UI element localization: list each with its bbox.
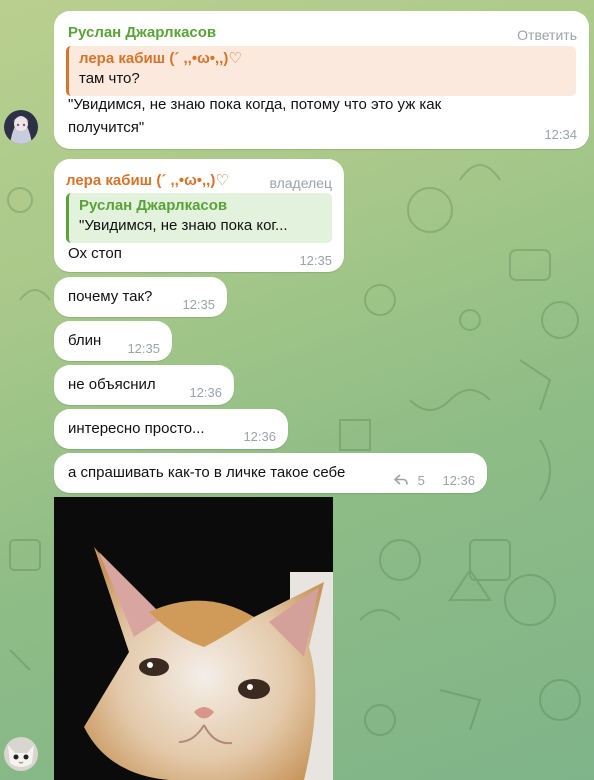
message-time: 12:36 [442, 473, 475, 488]
message-bubble[interactable]: не объяснил 12:36 [54, 365, 234, 405]
message-text: почему так? [68, 288, 153, 305]
role-badge: владелец [269, 175, 332, 191]
message-time: 12:35 [182, 297, 215, 312]
photo-message[interactable] [54, 497, 333, 780]
quote-text: там что? [79, 70, 140, 87]
message-bubble[interactable]: почему так? 12:35 [54, 277, 227, 317]
message-text: получится" [68, 119, 145, 136]
message-bubble[interactable]: лера кабиш (´ ,,•ω•,,)♡ владелец Руслан … [54, 159, 344, 272]
reply-quote[interactable]: лера кабиш (´ ,,•ω•,,)♡ там что? [66, 46, 576, 96]
reply-arrow-icon [393, 474, 408, 485]
cat-avatar-icon [4, 737, 38, 771]
message-text: а спрашивать как-то в личке такое себе [68, 464, 346, 481]
anime-avatar-icon [4, 110, 38, 144]
message-time: 12:36 [189, 385, 222, 400]
sender-name[interactable]: лера кабиш (´ ,,•ω•,,)♡ [66, 170, 229, 192]
quote-text: "Увидимся, не знаю пока ког... [79, 217, 288, 234]
message-bubble[interactable]: блин 12:35 [54, 321, 172, 361]
message-text: интересно просто... [68, 420, 205, 437]
message-bubble[interactable]: интересно просто... 12:36 [54, 409, 288, 449]
sender-avatar[interactable] [4, 110, 38, 144]
quote-author: лера кабиш (´ ,,•ω•,,)♡ [79, 50, 242, 67]
message-bubble[interactable]: а спрашивать как-то в личке такое себе 5… [54, 453, 487, 493]
reply-count: 5 [417, 473, 425, 488]
crying-kitten-photo [54, 497, 333, 780]
message-time: 12:36 [243, 429, 276, 444]
message-text: не объяснил [68, 376, 156, 393]
message-time: 12:34 [544, 127, 577, 142]
message-text: Ох стоп [68, 245, 122, 262]
replies-counter[interactable]: 5 [393, 470, 425, 492]
message-time: 12:35 [299, 253, 332, 268]
message-text: блин [68, 332, 102, 349]
reply-button[interactable]: Ответить [517, 24, 577, 46]
quote-author: Руслан Джарлкасов [79, 197, 228, 214]
message-bubble[interactable]: Руслан Джарлкасов Ответить лера кабиш (´… [54, 11, 589, 149]
reply-quote[interactable]: Руслан Джарлкасов "Увидимся, не знаю пок… [66, 193, 332, 243]
message-text: "Увидимся, не знаю пока когда, потому чт… [68, 96, 442, 113]
sender-avatar[interactable] [4, 737, 38, 771]
sender-name[interactable]: Руслан Джарлкасов [68, 22, 216, 44]
message-time: 12:35 [127, 341, 160, 356]
